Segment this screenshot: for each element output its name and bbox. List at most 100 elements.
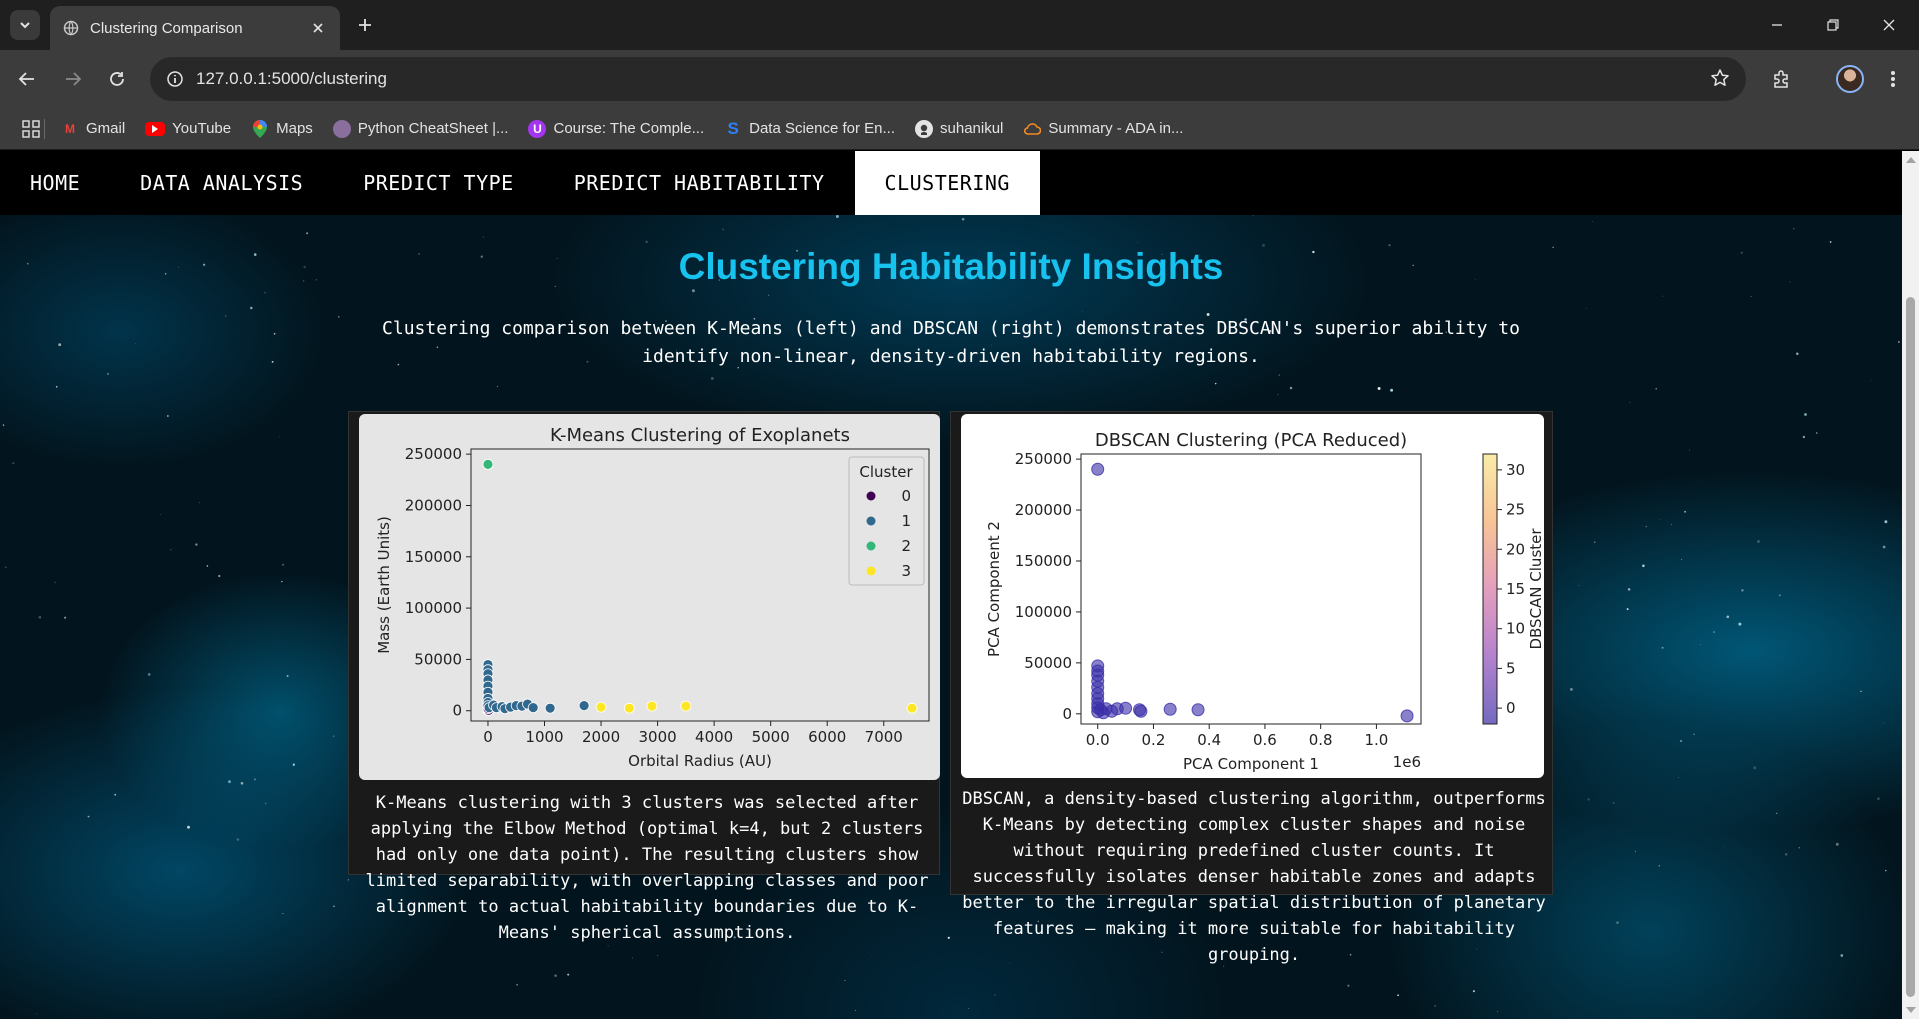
bookmark-star-icon[interactable] bbox=[1710, 68, 1730, 93]
star bbox=[1626, 608, 1629, 611]
star bbox=[968, 1008, 970, 1009]
x-tick-label: 0.2 bbox=[1142, 731, 1166, 749]
star bbox=[1835, 842, 1839, 846]
browser-tab-active[interactable]: Clustering Comparison bbox=[50, 6, 340, 50]
extensions-icon[interactable] bbox=[1768, 66, 1794, 92]
x-axis-label: PCA Component 1 bbox=[1183, 755, 1319, 773]
star bbox=[281, 580, 283, 583]
star bbox=[1289, 386, 1293, 390]
s-logo-icon: S bbox=[727, 118, 739, 138]
star bbox=[871, 955, 873, 957]
star bbox=[1570, 688, 1573, 691]
star bbox=[264, 292, 266, 294]
site-info-icon[interactable] bbox=[166, 70, 184, 88]
y-tick-label: 250000 bbox=[1015, 450, 1072, 468]
star bbox=[1627, 588, 1631, 591]
star bbox=[2, 424, 5, 426]
minimize-button[interactable] bbox=[1764, 12, 1790, 38]
star bbox=[170, 549, 172, 551]
star bbox=[1840, 954, 1844, 957]
chart-title: DBSCAN Clustering (PCA Reduced) bbox=[1095, 430, 1407, 451]
bookmark-data-science[interactable]: S Data Science for En... bbox=[724, 118, 896, 138]
nav-clustering[interactable]: CLUSTERING bbox=[854, 151, 1040, 215]
nav-predict-type[interactable]: PREDICT TYPE bbox=[333, 151, 544, 215]
x-tick-label: 7000 bbox=[865, 728, 903, 746]
star bbox=[206, 565, 209, 567]
page-title: Clustering Habitability Insights bbox=[678, 246, 1224, 287]
more-options-icon[interactable] bbox=[1880, 66, 1906, 92]
bookmark-course[interactable]: U Course: The Comple... bbox=[528, 119, 704, 138]
address-bar[interactable]: 127.0.0.1:5000/clustering bbox=[150, 57, 1746, 101]
star bbox=[1784, 853, 1788, 856]
star bbox=[1252, 215, 1254, 216]
kmeans-card: K-Means Clustering of Exoplanets 0 1000 200… bbox=[348, 411, 940, 943]
star bbox=[36, 1013, 37, 1015]
tab-search-button[interactable] bbox=[10, 10, 40, 40]
new-tab-button[interactable] bbox=[352, 12, 378, 38]
colorbar-tick-label: 10 bbox=[1506, 620, 1525, 638]
y-tick-label: 150000 bbox=[1015, 552, 1072, 570]
nav-home[interactable]: HOME bbox=[0, 151, 110, 215]
data-point bbox=[906, 702, 918, 714]
scroll-up-arrow-icon[interactable] bbox=[1906, 157, 1916, 163]
close-window-button[interactable] bbox=[1876, 12, 1902, 38]
scroll-down-arrow-icon[interactable] bbox=[1906, 1007, 1916, 1013]
y-tick-label: 250000 bbox=[405, 445, 462, 463]
restore-button[interactable] bbox=[1820, 12, 1846, 38]
bookmark-youtube[interactable]: YouTube bbox=[145, 120, 231, 137]
close-tab-icon[interactable] bbox=[308, 18, 328, 38]
kmeans-plot-image: K-Means Clustering of Exoplanets 0 1000 200… bbox=[359, 414, 940, 780]
star bbox=[279, 436, 281, 438]
bookmark-github[interactable]: suhanikul bbox=[915, 119, 1003, 138]
star bbox=[264, 802, 267, 805]
nav-data-analysis[interactable]: DATA ANALYSIS bbox=[110, 151, 333, 215]
x-tick-label: 0.6 bbox=[1253, 731, 1277, 749]
star bbox=[5, 566, 7, 568]
profile-avatar[interactable] bbox=[1836, 65, 1864, 93]
url-text[interactable]: 127.0.0.1:5000/clustering bbox=[196, 69, 387, 89]
star bbox=[1612, 801, 1615, 804]
bookmark-label: Python CheatSheet |... bbox=[357, 120, 509, 137]
star bbox=[1738, 622, 1742, 626]
data-point bbox=[1119, 701, 1133, 715]
legend-label: 0 bbox=[901, 487, 911, 505]
star bbox=[1634, 850, 1636, 852]
star bbox=[58, 343, 62, 347]
star bbox=[38, 615, 42, 619]
star bbox=[333, 905, 335, 908]
bookmark-summary-ada[interactable]: Summary - ADA in... bbox=[1023, 120, 1183, 138]
y-axis-label: Mass (Earth Units) bbox=[375, 516, 393, 654]
reload-icon bbox=[110, 72, 124, 86]
star bbox=[195, 543, 198, 546]
star bbox=[1753, 766, 1757, 770]
restore-icon bbox=[1827, 19, 1839, 31]
star bbox=[1684, 510, 1686, 513]
page-scrollbar[interactable] bbox=[1902, 151, 1919, 1019]
star bbox=[240, 781, 244, 785]
star bbox=[1693, 733, 1695, 736]
forward-button[interactable] bbox=[60, 66, 86, 92]
bookmark-maps[interactable]: Maps bbox=[251, 119, 313, 138]
x-tick-label: 0.4 bbox=[1197, 731, 1221, 749]
star bbox=[1662, 295, 1664, 297]
star bbox=[1586, 308, 1587, 309]
star bbox=[1898, 341, 1900, 343]
star bbox=[1860, 690, 1862, 693]
data-point bbox=[623, 702, 635, 714]
star bbox=[1713, 631, 1716, 633]
bookmark-label: Data Science for En... bbox=[749, 120, 896, 137]
reload-button[interactable] bbox=[104, 66, 130, 92]
apps-icon[interactable] bbox=[22, 119, 40, 138]
star bbox=[1681, 559, 1683, 561]
plus-icon bbox=[359, 19, 371, 31]
back-button[interactable] bbox=[14, 66, 40, 92]
x-tick-label: 3000 bbox=[638, 728, 676, 746]
star bbox=[198, 501, 200, 504]
star bbox=[1798, 846, 1801, 849]
bookmark-gmail[interactable]: M Gmail bbox=[61, 120, 125, 138]
bookmark-label: YouTube bbox=[172, 120, 232, 137]
scrollbar-thumb[interactable] bbox=[1906, 297, 1915, 997]
bookmark-python-cheatsheet[interactable]: Python CheatSheet |... bbox=[332, 119, 509, 138]
star bbox=[1829, 241, 1832, 243]
nav-predict-habitability[interactable]: PREDICT HABITABILITY bbox=[544, 151, 855, 215]
